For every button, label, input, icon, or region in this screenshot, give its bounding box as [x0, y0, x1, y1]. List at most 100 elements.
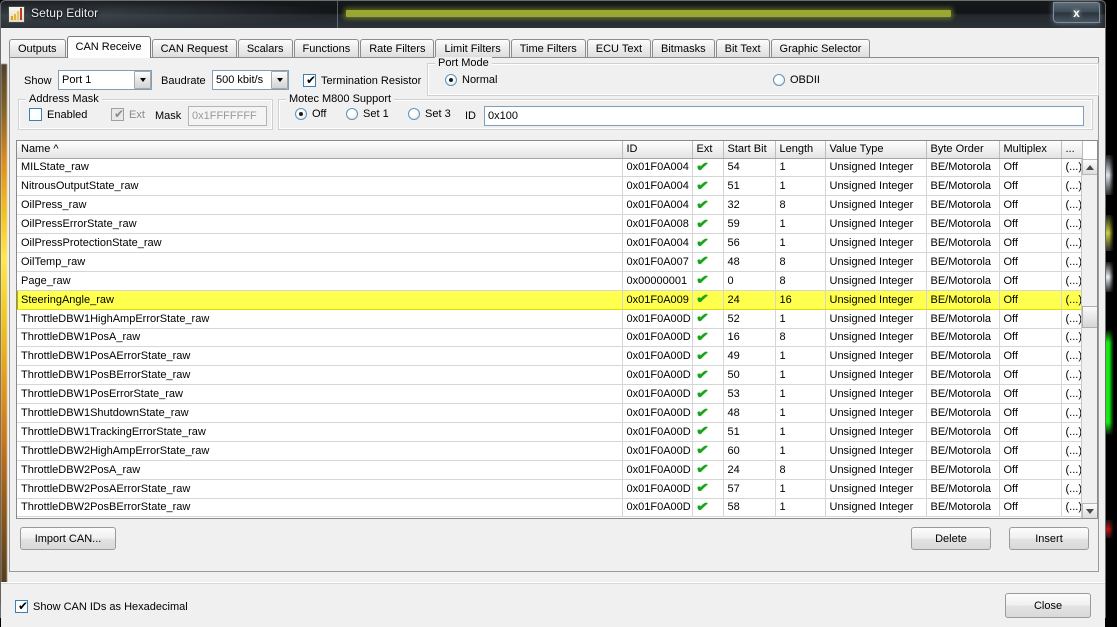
tab-rate-filters[interactable]: Rate Filters	[360, 39, 434, 58]
tab-limit-filters[interactable]: Limit Filters	[435, 39, 509, 58]
checkbox-icon[interactable]	[29, 108, 42, 121]
table-row[interactable]: ThrottleDBW2HighAmpErrorState_raw0x01F0A…	[17, 441, 1082, 460]
radio-icon[interactable]	[408, 108, 420, 120]
table-row[interactable]: ThrottleDBW2PosBErrorState_raw0x01F0A00D…	[17, 498, 1082, 517]
scroll-up-button[interactable]	[1082, 159, 1098, 175]
checkbox-icon[interactable]: ✔	[303, 74, 316, 87]
radio-motec-set3[interactable]: Set 3	[408, 108, 451, 120]
table-row[interactable]: ThrottleDBW1HighAmpErrorState_raw0x01F0A…	[17, 309, 1082, 328]
address-mask-enabled-label: Enabled	[47, 109, 87, 121]
cell-more-button[interactable]: (...)	[1061, 460, 1082, 479]
column-header-name[interactable]: Name ^	[17, 141, 622, 158]
cell-id: 0x01F0A008	[622, 215, 692, 234]
cell-more-button[interactable]: (...)	[1061, 196, 1082, 215]
table-row[interactable]: ThrottleDBW2PosAErrorState_raw0x01F0A00D…	[17, 479, 1082, 498]
mask-value-field[interactable]: 0x1FFFFFFF	[188, 106, 267, 126]
cell-more-button[interactable]: (...)	[1061, 215, 1082, 234]
cell-more-button[interactable]: (...)	[1061, 271, 1082, 290]
radio-icon[interactable]	[773, 74, 785, 86]
column-header-length[interactable]: Length	[775, 141, 825, 158]
radio-icon[interactable]	[295, 108, 307, 120]
column-header-value-type[interactable]: Value Type	[825, 141, 926, 158]
insert-button[interactable]: Insert	[1009, 527, 1089, 550]
cell-more-button[interactable]: (...)	[1061, 328, 1082, 347]
cell-length: 16	[775, 290, 825, 309]
checkbox-icon[interactable]: ✔	[15, 600, 28, 613]
table-row[interactable]: OilPressErrorState_raw0x01F0A008✔591Unsi…	[17, 215, 1082, 234]
cell-id: 0x01F0A00D	[622, 385, 692, 404]
cell-ext: ✔	[692, 309, 723, 328]
cell-byte-order: BE/Motorola	[926, 177, 999, 196]
radio-port-mode-normal[interactable]: Normal	[445, 74, 497, 86]
termination-resistor-checkbox[interactable]: ✔ Termination Resistor	[303, 74, 421, 87]
cell-more-button[interactable]: (...)	[1061, 252, 1082, 271]
radio-motec-set1[interactable]: Set 1	[346, 108, 389, 120]
motec-id-field[interactable]: 0x100	[484, 106, 1084, 126]
import-can-button[interactable]: Import CAN...	[20, 527, 116, 550]
cell-value-type: Unsigned Integer	[825, 460, 926, 479]
tab-can-receive[interactable]: CAN Receive	[67, 36, 151, 58]
table-row[interactable]: ThrottleDBW1PosErrorState_raw0x01F0A00D✔…	[17, 385, 1082, 404]
radio-motec-off[interactable]: Off	[295, 108, 326, 120]
scrollbar-thumb[interactable]	[1082, 306, 1098, 328]
cell-more-button[interactable]: (...)	[1061, 498, 1082, 517]
window-close-button[interactable]: x	[1053, 2, 1100, 23]
cell-more-button[interactable]: (...)	[1061, 234, 1082, 253]
cell-more-button[interactable]: (...)	[1061, 347, 1082, 366]
show-port-dropdown[interactable]: Port 1	[58, 70, 152, 90]
cell-id: 0x01F0A004	[622, 196, 692, 215]
table-row[interactable]: Page_raw0x00000001✔08Unsigned IntegerBE/…	[17, 271, 1082, 290]
cell-more-button[interactable]: (...)	[1061, 385, 1082, 404]
tab-can-request[interactable]: CAN Request	[152, 39, 237, 58]
table-row[interactable]: ThrottleDBW2PosA_raw0x01F0A00D✔248Unsign…	[17, 460, 1082, 479]
tab-bitmasks[interactable]: Bitmasks	[652, 39, 715, 58]
table-row[interactable]: ThrottleDBW1PosA_raw0x01F0A00D✔168Unsign…	[17, 328, 1082, 347]
scroll-down-button[interactable]	[1082, 503, 1098, 519]
cell-more-button[interactable]: (...)	[1061, 309, 1082, 328]
cell-more-button[interactable]: (...)	[1061, 404, 1082, 423]
table-row[interactable]: ThrottleDBW1PosBErrorState_raw0x01F0A00D…	[17, 366, 1082, 385]
cell-more-button[interactable]: (...)	[1061, 479, 1082, 498]
column-header-more[interactable]: ...	[1061, 141, 1082, 158]
radio-icon[interactable]	[445, 74, 457, 86]
tab-scalars[interactable]: Scalars	[238, 39, 293, 58]
column-header-multiplex[interactable]: Multiplex	[999, 141, 1061, 158]
table-row[interactable]: OilPressProtectionState_raw0x01F0A004✔56…	[17, 234, 1082, 253]
baudrate-dropdown[interactable]: 500 kbit/s	[212, 70, 289, 90]
column-header-id[interactable]: ID	[622, 141, 692, 158]
table-vertical-scrollbar[interactable]	[1081, 159, 1097, 519]
close-dialog-button[interactable]: Close	[1005, 593, 1091, 618]
column-header-byte-order[interactable]: Byte Order	[926, 141, 999, 158]
cell-multiplex: Off	[999, 234, 1061, 253]
cell-more-button[interactable]: (...)	[1061, 366, 1082, 385]
chevron-down-icon[interactable]	[271, 71, 288, 89]
table-row[interactable]: ThrottleDBW1ShutdownState_raw0x01F0A00D✔…	[17, 404, 1082, 423]
table-row[interactable]: OilTemp_raw0x01F0A007✔488Unsigned Intege…	[17, 252, 1082, 271]
cell-more-button[interactable]: (...)	[1061, 290, 1082, 309]
cell-more-button[interactable]: (...)	[1061, 158, 1082, 177]
radio-port-mode-obdii[interactable]: OBDII	[773, 74, 820, 86]
radio-icon[interactable]	[346, 108, 358, 120]
tab-functions[interactable]: Functions	[294, 39, 360, 58]
table-row[interactable]: SteeringAngle_raw0x01F0A009✔2416Unsigned…	[17, 290, 1082, 309]
table-row[interactable]: OilPress_raw0x01F0A004✔328Unsigned Integ…	[17, 196, 1082, 215]
tab-graphic-selector[interactable]: Graphic Selector	[771, 39, 871, 58]
chevron-down-icon[interactable]	[134, 71, 151, 89]
delete-button[interactable]: Delete	[911, 527, 991, 550]
tab-time-filters[interactable]: Time Filters	[511, 39, 586, 58]
table-row[interactable]: ThrottleDBW1PosAErrorState_raw0x01F0A00D…	[17, 347, 1082, 366]
table-row[interactable]: NitrousOutputState_raw0x01F0A004✔511Unsi…	[17, 177, 1082, 196]
cell-more-button[interactable]: (...)	[1061, 422, 1082, 441]
tab-ecu-text[interactable]: ECU Text	[587, 39, 651, 58]
show-can-ids-hex-checkbox[interactable]: ✔ Show CAN IDs as Hexadecimal	[15, 600, 188, 613]
column-header-start-bit[interactable]: Start Bit	[723, 141, 775, 158]
cell-more-button[interactable]: (...)	[1061, 177, 1082, 196]
address-mask-enabled-checkbox[interactable]: Enabled	[29, 108, 87, 121]
tab-bit-text[interactable]: Bit Text	[716, 39, 770, 58]
tab-outputs[interactable]: Outputs	[9, 39, 66, 58]
radio-port-mode-obdii-label: OBDII	[790, 74, 820, 86]
column-header-ext[interactable]: Ext	[692, 141, 723, 158]
cell-more-button[interactable]: (...)	[1061, 441, 1082, 460]
table-row[interactable]: MILState_raw0x01F0A004✔541Unsigned Integ…	[17, 158, 1082, 177]
table-row[interactable]: ThrottleDBW1TrackingErrorState_raw0x01F0…	[17, 422, 1082, 441]
